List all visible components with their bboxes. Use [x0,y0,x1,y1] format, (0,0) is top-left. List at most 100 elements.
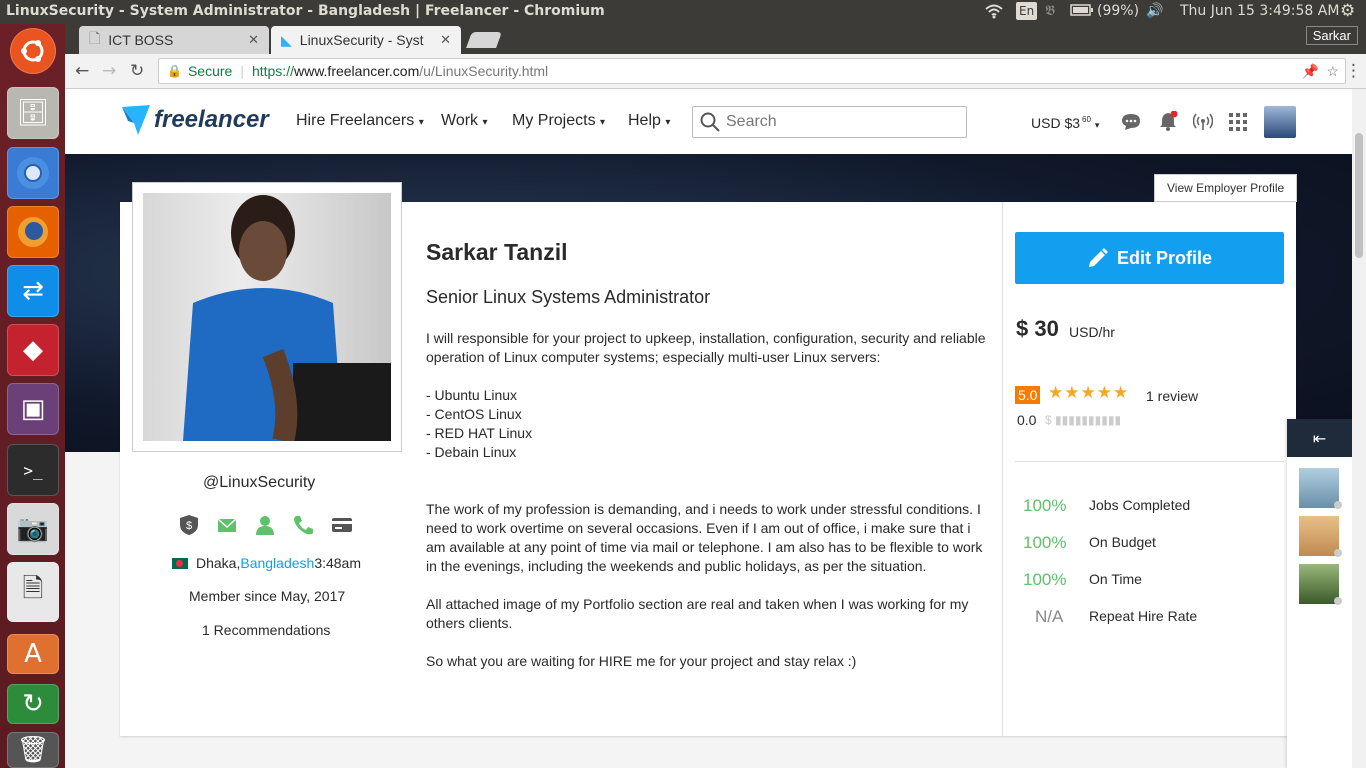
page-icon: 🗋 [89,30,101,46]
office-apps-stack-icon[interactable]: 🗎 [7,562,59,622]
contact-avatar[interactable] [1299,564,1339,604]
battery-icon[interactable] [1070,3,1094,21]
nav-label: Work [441,112,479,129]
chromium-icon[interactable] [7,147,59,199]
nav-label: Help [628,112,661,129]
rate-unit: USD/hr [1069,324,1115,340]
live-feed-icon[interactable] [1192,112,1214,136]
clock[interactable]: Thu Jun 15 3:49:58 AM [1180,3,1339,19]
close-tab-icon[interactable]: ✕ [248,32,259,48]
account-balance[interactable]: USD $3 60 ▾ [1031,115,1099,131]
user-avatar[interactable] [1264,106,1296,138]
nav-my-projects[interactable]: My Projects ▾ [512,112,605,130]
bangladesh-flag-icon [172,557,188,569]
nav-hire-freelancers[interactable]: Hire Freelancers ▾ [296,112,424,130]
teamviewer-icon[interactable]: ⇄ [7,265,59,317]
nav-help[interactable]: Help ▾ [628,112,670,130]
browser-menu-icon[interactable]: ⋮ [1345,61,1362,81]
search-placeholder: Search [726,113,777,130]
profile-name: Sarkar Tanzil [426,239,568,265]
site-navbar: freelancer Hire Freelancers ▾ Work ▾ My … [65,89,1352,154]
terminal-icon[interactable]: >_ [7,444,59,496]
country-link[interactable]: Bangladesh [240,555,314,571]
pencil-icon [1088,248,1108,267]
contact-avatar[interactable] [1299,468,1339,508]
contact-avatar[interactable] [1299,516,1339,556]
review-count[interactable]: 1 review [1146,388,1198,404]
recommendations-count[interactable]: 1 Recommendations [202,622,330,638]
browser-profile-button[interactable]: Sarkar [1305,26,1358,45]
offline-status-dot [1334,549,1342,557]
stat-value: 100% [1023,533,1067,552]
store-icon[interactable]: A [7,634,59,674]
nav-work[interactable]: Work ▾ [441,112,488,130]
battery-percent: (99%) [1097,3,1140,19]
ubuntu-dash-icon[interactable] [10,28,56,74]
window-title: LinuxSecurity - System Administrator - B… [6,3,605,19]
new-tab-button[interactable] [466,32,502,48]
reload-icon[interactable]: ↻ [130,61,144,81]
bookmark-star-icon[interactable]: ☆ [1326,63,1339,80]
freelancer-favicon-icon: ◣ [281,31,292,48]
divider [1015,461,1284,462]
address-bar[interactable]: 🔒 Secure | https:// www.freelancer.com /… [158,58,1346,84]
balance-cents: 60 [1082,115,1091,125]
payment-card-icon[interactable] [331,514,353,536]
caret-down-icon: ▾ [665,117,671,128]
files-icon[interactable]: 🗄 [7,87,59,139]
edit-profile-button[interactable]: Edit Profile [1015,232,1284,284]
media-player-icon[interactable]: ▣ [7,383,59,435]
close-tab-icon[interactable]: ✕ [440,32,451,48]
caret-down-icon: ▾ [482,117,488,128]
wifi-icon[interactable] [984,3,1004,23]
email-verified-icon[interactable] [217,514,237,536]
profile-photo[interactable] [132,182,402,452]
caret-down-icon: ▾ [418,117,424,128]
nav-label: My Projects [512,112,596,129]
forward-arrow-icon[interactable]: → [102,61,116,81]
summary-intro: I will responsible for your project to u… [426,330,986,365]
stat-value: 100% [1023,496,1067,515]
messages-icon[interactable] [1121,113,1141,135]
view-employer-profile-button[interactable]: View Employer Profile [1154,174,1298,202]
skill-item: - CentOS Linux [426,406,522,422]
edit-profile-label: Edit Profile [1116,247,1212,268]
collapse-panel-icon[interactable]: ⇤ [1287,419,1352,457]
trash-icon[interactable]: 🗑 [7,732,59,768]
back-arrow-icon[interactable]: ← [75,61,89,81]
software-updater-icon[interactable]: ↻ [7,684,59,724]
bluetooth-icon[interactable]: 𝕭 [1045,3,1055,19]
tab-linuxsecurity[interactable]: ◣ LinuxSecurity - Syst ✕ [271,26,461,54]
summary-call-to-action: So what you are waiting for HIRE me for … [426,653,857,669]
page-scrollbar[interactable] [1352,89,1366,768]
hourly-rate: $ 30 [1016,316,1059,341]
browser-tab-strip: 🗋 ICT BOSS ✕ ◣ LinuxSecurity - Syst ✕ Sa… [65,24,1366,54]
volume-icon[interactable]: 🔊 [1146,3,1163,19]
stat-value: N/A [1035,607,1064,626]
summary-work: The work of my profession is demanding, … [426,501,983,574]
nav-label: Hire Freelancers [296,112,415,129]
local-time: 3:48am [314,555,362,571]
scrollbar-thumb[interactable] [1355,133,1363,258]
remote-desktop-icon[interactable]: ◆ [7,324,59,376]
camera-icon[interactable]: 📷 [7,503,59,555]
profile-verified-icon[interactable] [255,514,275,536]
content-settings-icon[interactable]: 📌 [1302,63,1319,80]
apps-grid-icon[interactable] [1229,113,1247,135]
settings-gear-icon[interactable]: ⚙ [1340,1,1355,21]
contacts-side-panel: ⇤ [1287,419,1352,768]
freelancer-logo[interactable]: freelancer [120,103,269,137]
secure-label: Secure [187,63,233,79]
firefox-icon[interactable] [7,206,59,258]
shield-dollar-icon[interactable]: $ [179,514,199,536]
url-host: www.freelancer.com [293,63,420,79]
notifications-bell-icon[interactable] [1158,110,1178,135]
phone-verified-icon[interactable] [293,514,313,536]
keyboard-layout-indicator[interactable]: En [1016,2,1038,20]
tab-ict-boss[interactable]: 🗋 ICT BOSS ✕ [79,26,269,54]
site-search-input[interactable]: Search [692,106,967,138]
username: @LinuxSecurity [203,474,316,491]
stat-label: On Time [1089,571,1142,587]
stat-value: 100% [1023,570,1067,589]
unity-launcher: 🗄 ⇄ ◆ ▣ >_ 📷 🗎 A ↻ 🗑 [0,24,65,768]
